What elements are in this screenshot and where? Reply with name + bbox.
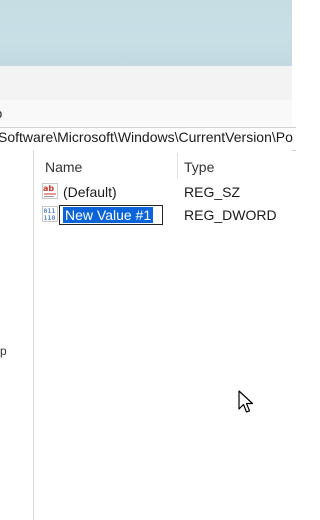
value-type: REG_DWORD [184, 207, 277, 223]
address-path[interactable]: Software\Microsoft\Windows\CurrentVersio… [0, 129, 293, 145]
key-tree-pane[interactable] [0, 150, 34, 520]
rename-textbox-selected-text[interactable]: New Value #1 [63, 207, 154, 223]
window-chrome [0, 66, 292, 100]
tree-item-partial[interactable]: p [0, 344, 7, 358]
value-type: REG_SZ [184, 184, 241, 200]
binary-value-icon: 011 110 [42, 206, 58, 222]
mouse-pointer-icon [238, 390, 254, 413]
string-value-icon: ab [42, 183, 58, 199]
svg-text:110: 110 [44, 214, 56, 222]
svg-text:ab: ab [43, 184, 54, 193]
column-header-name[interactable]: Name [45, 159, 82, 175]
value-name[interactable]: (Default) [63, 184, 117, 200]
menu-item-help[interactable]: p [0, 106, 2, 121]
column-header-type[interactable]: Type [184, 159, 214, 175]
menu-bar [0, 100, 292, 126]
column-divider[interactable] [177, 153, 178, 179]
window-titlebar [0, 0, 292, 66]
